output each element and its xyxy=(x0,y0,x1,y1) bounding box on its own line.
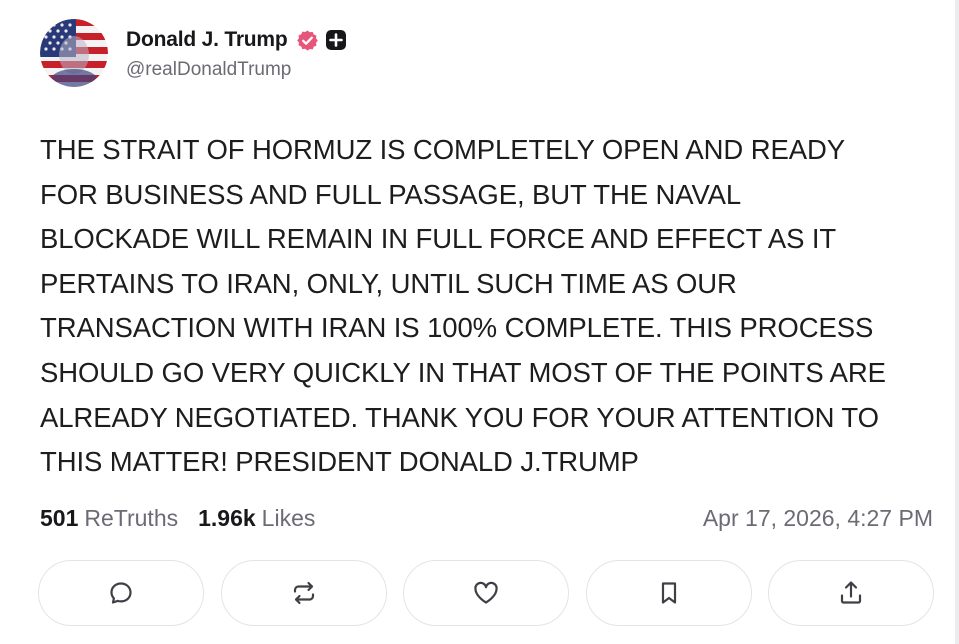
likes-count: 1.96k xyxy=(198,504,256,531)
like-button[interactable] xyxy=(403,560,569,626)
post-text: THE STRAIT OF HORMUZ IS COMPLETELY OPEN … xyxy=(40,134,886,478)
name-row: Donald J. Trump xyxy=(126,25,347,55)
post-card: Donald J. Trump @realDonaldTrump THE STR… xyxy=(0,0,959,644)
share-icon xyxy=(840,581,862,604)
retruth-icon xyxy=(293,581,314,605)
plus-badge-icon xyxy=(325,29,347,51)
card-border xyxy=(955,0,959,644)
likes-label: Likes xyxy=(261,504,316,531)
author-handle[interactable]: @realDonaldTrump xyxy=(126,59,347,81)
verified-badge-icon xyxy=(296,29,319,52)
retruths-stat[interactable]: 501 ReTruths xyxy=(40,505,178,532)
bookmark-button[interactable] xyxy=(585,560,752,626)
avatar[interactable] xyxy=(40,19,108,87)
reply-icon xyxy=(110,582,132,604)
post-timestamp[interactable]: Apr 17, 2026, 4:27 PM xyxy=(703,505,933,532)
retruth-button[interactable] xyxy=(220,560,387,626)
action-bar xyxy=(38,560,934,628)
reply-button[interactable] xyxy=(38,560,204,626)
post-header: Donald J. Trump @realDonaldTrump xyxy=(40,18,347,88)
bookmark-icon xyxy=(661,582,676,604)
share-button[interactable] xyxy=(768,560,934,626)
avatar-flag-portrait-icon xyxy=(40,19,108,87)
likes-stat[interactable]: 1.96k Likes xyxy=(198,505,315,532)
author-display-name[interactable]: Donald J. Trump xyxy=(126,28,288,52)
heart-icon xyxy=(474,581,498,604)
author-info: Donald J. Trump @realDonaldTrump xyxy=(126,25,347,81)
retruths-label: ReTruths xyxy=(84,504,179,531)
retruths-count: 501 xyxy=(40,504,79,531)
post-stats: 501 ReTruths 1.96k Likes Apr 17, 2026, 4… xyxy=(40,500,933,536)
